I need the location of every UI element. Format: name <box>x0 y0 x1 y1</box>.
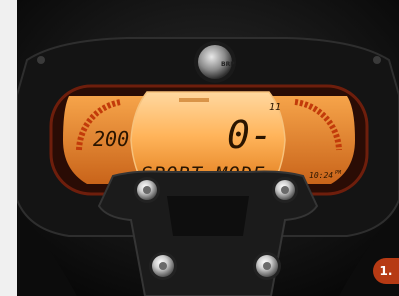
cluster-illustration: 200 11 0- SPORT MODE 10:24 PM BRP <box>17 0 399 296</box>
top-indicator-bar <box>179 98 209 102</box>
bolt-upper-left <box>134 177 160 203</box>
bolt-lower-right <box>253 252 281 280</box>
brand-logo-text: BRP <box>221 61 235 68</box>
gear-display: 0- <box>227 113 273 157</box>
clock-readout: 10:24 <box>309 171 333 180</box>
bracket-recess <box>167 196 249 236</box>
bolt-upper-right <box>272 177 298 203</box>
figure-number-badge: 1. <box>373 258 399 284</box>
left-readout: 200 <box>93 127 129 151</box>
bolt-lower-left <box>149 252 177 280</box>
clock-suffix: PM <box>335 170 342 176</box>
top-right-indicator: 11 <box>269 102 281 113</box>
instrument-cluster-photo: 200 11 0- SPORT MODE 10:24 PM BRP <box>17 0 399 296</box>
housing-screw-left <box>37 56 45 64</box>
housing-screw-right <box>373 56 381 64</box>
